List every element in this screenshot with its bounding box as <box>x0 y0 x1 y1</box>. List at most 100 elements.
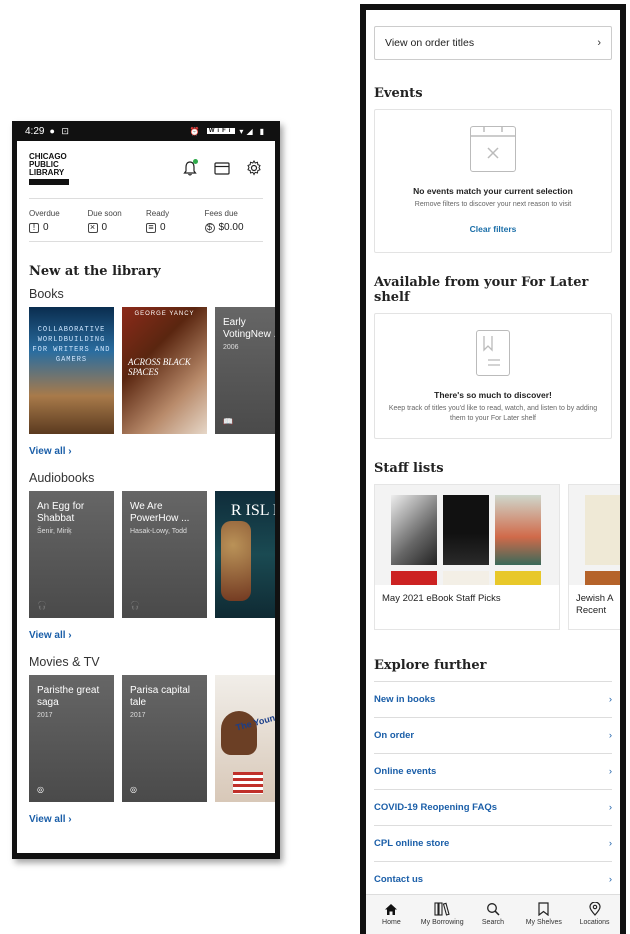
cpl-logo[interactable]: CHICAGO PUBLIC LIBRARY <box>29 153 69 185</box>
overdue-icon: ! <box>29 222 39 233</box>
stat-label: Overdue <box>29 209 60 218</box>
audiobooks-carousel[interactable]: An Egg for Shabbat Šenir, Miriķ 🎧 We Are… <box>29 491 275 618</box>
library-card-icon[interactable] <box>213 159 231 177</box>
audiobooks-view-all-link[interactable]: View all › <box>29 630 263 641</box>
books-section-title: Books <box>29 287 64 301</box>
stat-label: Ready <box>146 209 170 218</box>
account-summary: Overdue ! 0 Due soon × 0 Ready ≡ 0 Fees due… <box>29 199 263 242</box>
movie-cover[interactable]: The Young Ma <box>215 675 275 802</box>
explore-label: COVID-19 Reopening FAQs <box>374 802 497 813</box>
calendar-x-icon <box>470 125 516 172</box>
logo-bar <box>29 179 69 185</box>
events-heading: Events <box>374 86 423 101</box>
audiobook-placeholder-cover[interactable]: An Egg for Shabbat Šenir, Miriķ 🎧 <box>29 491 114 618</box>
explore-label: New in books <box>374 694 436 705</box>
cover-title: COLLABORATIVE WORLDBUILDING FOR WRITERS … <box>32 326 111 364</box>
books-carousel[interactable]: COLLABORATIVE WORLDBUILDING FOR WRITERS … <box>29 307 275 434</box>
stat-fees-due[interactable]: Fees due $ $0.00 <box>204 209 264 233</box>
status-right-icons: ⏰ WiFi ▾◢ ▮ <box>190 127 267 136</box>
search-icon <box>468 899 519 919</box>
view-order-titles-button[interactable]: View on order titles › <box>374 26 612 60</box>
book-cover[interactable]: COLLABORATIVE WORLDBUILDING FOR WRITERS … <box>29 307 114 434</box>
cover-author: Hasak-Lowy, Todd <box>130 528 187 535</box>
for-later-heading: Available from your For Later shelf <box>374 275 589 305</box>
bookmark-icon <box>518 899 569 919</box>
explore-label: Contact us <box>374 873 424 885</box>
audiobooks-section-title: Audiobooks <box>29 471 95 485</box>
staff-list-covers <box>375 485 559 585</box>
movies-carousel[interactable]: Paristhe great saga 2017 ◎ Parisa capita… <box>29 675 275 802</box>
location-pin-icon <box>569 899 620 919</box>
cover-year: 2006 <box>223 344 239 351</box>
explore-label: Online events <box>374 766 437 777</box>
movie-placeholder-cover[interactable]: Paristhe great saga 2017 ◎ <box>29 675 114 802</box>
tab-my-borrowing[interactable]: My Borrowing <box>417 895 468 934</box>
home-icon <box>366 899 417 919</box>
bottom-tab-bar: Home My Borrowing Search My Shelves Loca… <box>366 894 620 934</box>
explore-new-in-books[interactable]: New in books › <box>374 681 612 717</box>
chevron-right-icon: › <box>608 766 612 777</box>
dollar-icon: $ <box>204 222 215 233</box>
cover-art <box>443 495 489 565</box>
headphones-icon: 🎧 <box>37 601 47 610</box>
movies-section-title: Movies & TV <box>29 655 100 669</box>
books-view-all-link[interactable]: View all › <box>29 446 263 457</box>
stat-value: 0 <box>43 222 49 233</box>
clear-filters-link[interactable]: Clear filters <box>375 224 611 252</box>
events-empty-card: No events match your current selection R… <box>374 109 612 253</box>
tab-search[interactable]: Search <box>468 895 519 934</box>
empty-title: There's so much to discover! <box>434 390 552 400</box>
new-at-library-heading: New at the library <box>29 264 161 279</box>
staff-list-card[interactable]: Jewish A Recent <box>568 484 620 630</box>
movie-placeholder-cover[interactable]: Parisa capital tale 2017 ◎ <box>122 675 207 802</box>
explore-contact-us[interactable]: Contact us › <box>374 861 612 897</box>
header-icons <box>181 159 263 177</box>
staff-list-card[interactable]: May 2021 eBook Staff Picks <box>374 484 560 630</box>
stat-label: Fees due <box>204 209 238 218</box>
book-cover[interactable]: GEORGE YANCY ACROSS BLACK SPACES <box>122 307 207 434</box>
cover-art <box>585 571 620 585</box>
explore-heading: Explore further <box>374 658 487 673</box>
stat-ready[interactable]: Ready ≡ 0 <box>146 209 205 233</box>
tab-label: My Borrowing <box>420 919 464 926</box>
left-phone-frame: 4:29 ● ⊡ ⏰ WiFi ▾◢ ▮ CHICAGO PUBLIC LIBR… <box>12 121 280 859</box>
books-icon <box>417 899 468 919</box>
gear-icon[interactable] <box>245 159 263 177</box>
book-placeholder-cover[interactable]: Early VotingNew ... 2006 📖 <box>215 307 275 434</box>
chevron-right-icon: › <box>608 802 612 813</box>
explore-covid-faqs[interactable]: COVID-19 Reopening FAQs › <box>374 789 612 825</box>
audiobook-cover[interactable]: R ISL HO <box>215 491 275 618</box>
chevron-right-icon: › <box>608 694 612 705</box>
tab-label: Home <box>382 919 401 926</box>
screenshot-canvas: 4:29 ● ⊡ ⏰ WiFi ▾◢ ▮ CHICAGO PUBLIC LIBR… <box>0 0 630 934</box>
stat-value: $0.00 <box>218 222 244 233</box>
signal-icon: ▾◢ <box>239 126 256 136</box>
staff-list-title: May 2021 eBook Staff Picks <box>382 593 501 604</box>
cover-title: Early VotingNew ... <box>223 317 275 340</box>
explore-online-events[interactable]: Online events › <box>374 753 612 789</box>
explore-on-order[interactable]: On order › <box>374 717 612 753</box>
explore-label: CPL online store <box>374 838 450 849</box>
tab-locations[interactable]: Locations <box>569 895 620 934</box>
explore-online-store[interactable]: CPL online store › <box>374 825 612 861</box>
right-phone-screen: View on order titles › Events No events … <box>366 10 620 934</box>
cover-art <box>495 571 541 585</box>
bell-icon[interactable] <box>181 159 199 177</box>
stat-label: Due soon <box>87 209 122 218</box>
chevron-right-icon: › <box>597 37 601 49</box>
alarm-icon: ⏰ <box>189 126 203 136</box>
right-phone-frame: View on order titles › Events No events … <box>360 4 626 934</box>
tab-home[interactable]: Home <box>366 895 417 934</box>
explore-label: On order <box>374 730 415 741</box>
movies-view-all-link[interactable]: View all › <box>29 814 263 825</box>
tab-my-shelves[interactable]: My Shelves <box>518 895 569 934</box>
staff-list-title: Jewish A Recent <box>576 593 613 616</box>
ready-icon: ≡ <box>146 222 156 233</box>
stat-due-soon[interactable]: Due soon × 0 <box>87 209 147 233</box>
audiobook-placeholder-cover[interactable]: We Are PowerHow ... Hasak-Lowy, Todd 🎧 <box>122 491 207 618</box>
book-icon: 📖 <box>223 417 233 426</box>
status-time: 4:29 <box>25 125 45 137</box>
chevron-right-icon: › <box>608 873 612 885</box>
staff-lists-carousel[interactable]: May 2021 eBook Staff Picks Jewish A Rece… <box>374 484 620 630</box>
stat-overdue[interactable]: Overdue ! 0 <box>29 209 88 233</box>
